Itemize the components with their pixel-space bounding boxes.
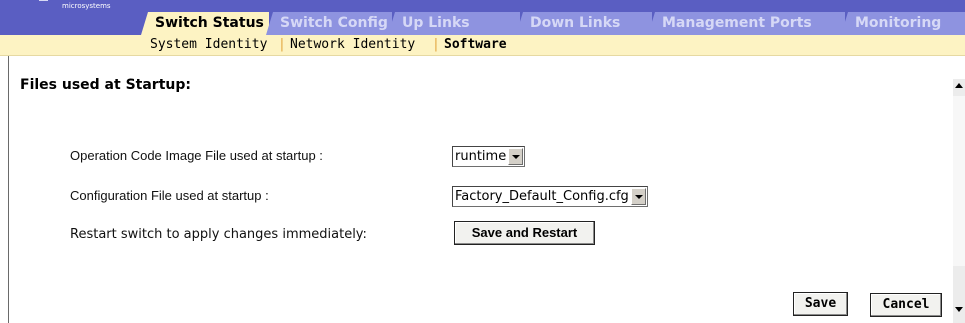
subnav-divider (0, 55, 965, 56)
tab-switch-status[interactable]: Switch Status (141, 12, 269, 35)
op-code-image-label: Operation Code Image File used at startu… (70, 148, 323, 163)
subnav-item-system-identity[interactable]: System Identity (150, 35, 267, 55)
tab-monitoring[interactable]: Monitoring (841, 12, 965, 35)
restart-label: Restart switch to apply changes immediat… (70, 227, 367, 242)
tab-up-links[interactable]: Up Links (388, 12, 520, 35)
scrollbar-thumb[interactable] (953, 96, 965, 266)
arrow-down-icon[interactable] (953, 303, 965, 317)
header-bar: microsystems Switch Status Switch Config… (0, 0, 965, 35)
chevron-down-icon[interactable] (508, 148, 524, 165)
cancel-button[interactable]: Cancel (870, 293, 942, 317)
subnav-separator: | (278, 37, 286, 52)
config-file-value: Factory_Default_Config.cfg (455, 189, 629, 204)
config-file-select[interactable]: Factory_Default_Config.cfg (452, 186, 648, 207)
save-and-restart-button[interactable]: Save and Restart (454, 221, 595, 245)
tab-down-links[interactable]: Down Links (516, 12, 652, 35)
subnav-item-software[interactable]: Software (444, 35, 507, 55)
brand-logo-mark (39, 0, 48, 6)
subnav-separator: | (432, 37, 440, 52)
subnav-item-network-identity[interactable]: Network Identity (290, 35, 415, 55)
section-title: Files used at Startup: (20, 77, 191, 93)
tab-switch-config[interactable]: Switch Config (266, 12, 392, 35)
chevron-down-icon[interactable] (630, 188, 646, 205)
arrow-up-icon[interactable] (953, 79, 965, 93)
op-code-image-value: runtime (455, 149, 507, 164)
brand-logo-text: microsystems (62, 2, 111, 10)
op-code-image-select[interactable]: runtime (452, 146, 526, 167)
sub-navigation: System Identity | Network Identity | Sof… (0, 35, 965, 55)
config-file-label: Configuration File used at startup : (70, 188, 269, 203)
content-left-border (8, 56, 9, 323)
tab-management-ports[interactable]: Management Ports (648, 12, 845, 35)
save-button[interactable]: Save (793, 292, 848, 316)
